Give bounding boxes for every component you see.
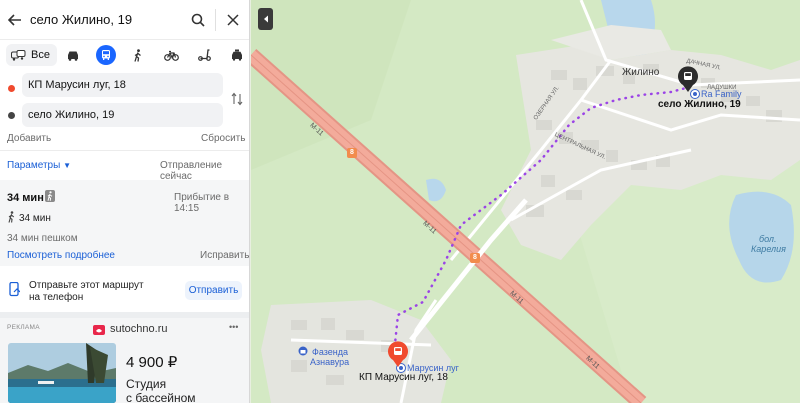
ad-tag: РЕКЛАМА (7, 324, 40, 331)
collapse-panel-button[interactable] (258, 8, 273, 30)
route-to-field[interactable]: село Жилино, 19 (22, 103, 223, 127)
route-option-card[interactable]: 34 мин Прибытие в 14:15 34 мин 34 мин пе… (0, 180, 249, 266)
transport-modes: Все (6, 44, 249, 66)
send-text-line1: Отправьте этот маршрут (29, 280, 144, 291)
search-input[interactable]: село Жилино, 19 (30, 12, 181, 27)
ad-brand: sutochno.ru (110, 323, 168, 335)
transit-mode-button[interactable] (95, 45, 116, 65)
walk-mode-button[interactable] (122, 44, 155, 66)
destination-dot (8, 112, 15, 119)
multimodal-icon (11, 49, 26, 61)
origin-pin-icon[interactable] (387, 341, 409, 368)
add-point-link[interactable]: Добавить (7, 133, 51, 144)
search-icon[interactable] (181, 0, 215, 40)
walk-segment-icon (7, 211, 16, 226)
car-mode-button[interactable] (57, 44, 90, 66)
bike-mode-button[interactable] (155, 44, 188, 66)
road-shield-number: 8 (350, 149, 354, 156)
chevron-left-icon (263, 15, 268, 23)
poi-fazenda-icon[interactable] (298, 346, 308, 356)
ad-price: 4 900 ₽ (126, 354, 178, 371)
scooter-mode-button[interactable] (188, 44, 221, 66)
map-label-ladushki: ЛАДУШКИ (707, 85, 737, 91)
fix-link[interactable]: Исправить (200, 250, 249, 261)
taxi-icon (232, 49, 243, 61)
swap-icon[interactable] (231, 92, 243, 106)
parameters-label: Параметры (7, 160, 61, 171)
reset-link[interactable]: Сбросить (201, 133, 245, 144)
map-label-destination: село Жилино, 19 (658, 99, 741, 110)
ad-more-icon[interactable]: ••• (229, 322, 238, 332)
route-from-field[interactable]: КП Марусин луг, 18 (22, 73, 223, 97)
scooter-icon (198, 49, 211, 61)
route-duration: 34 мин (7, 192, 44, 204)
ad-title-line2: с бассейном (126, 391, 196, 403)
map-label-fazenda-1: Фазенда (312, 347, 349, 357)
parameters-link[interactable]: Параметры ▼ (7, 160, 71, 171)
map-label-origin: КП Марусин луг, 18 (359, 372, 448, 383)
close-icon[interactable] (216, 0, 249, 40)
map-label-fazenda-2: Азнавура (310, 357, 350, 367)
pedestrian-badge-icon (45, 190, 55, 202)
car-icon (68, 51, 79, 61)
arrival-time: Прибытие в 14:15 (174, 192, 230, 214)
bus-icon (101, 50, 110, 60)
bicycle-icon (164, 50, 179, 61)
walk-duration: 34 мин (19, 213, 51, 224)
chevron-down-icon: ▼ (63, 161, 72, 170)
map-label-lake-2: Карелия (751, 244, 786, 254)
back-arrow-icon[interactable] (0, 0, 30, 40)
origin-dot (8, 85, 15, 92)
search-bar: село Жилино, 19 (0, 0, 249, 40)
destination-pin-icon[interactable] (677, 66, 699, 93)
mode-all-label: Все (31, 49, 50, 61)
departure-select[interactable]: Отправление сейчас (160, 160, 249, 182)
walk-summary: 34 мин пешком (7, 233, 78, 244)
map-label-village: Жилино (622, 67, 660, 78)
route-panel: село Жилино, 19 Все КП Марусин луг, 18 с… (0, 0, 250, 403)
send-to-phone-button[interactable]: Отправить (185, 281, 242, 300)
sutochno-logo-icon (93, 324, 105, 335)
mode-all-button[interactable]: Все (6, 44, 57, 66)
map-label-marusin: Марусин луг (407, 363, 459, 373)
details-link[interactable]: Посмотреть подробнее (7, 250, 115, 261)
pedestrian-icon (134, 48, 142, 62)
phone-icon (9, 281, 21, 300)
taxi-mode-button[interactable] (221, 44, 249, 66)
road-shield-number: 8 (473, 254, 477, 261)
ad-title-line1: Студия (126, 377, 167, 391)
ad-photo[interactable] (8, 343, 116, 403)
map-label-lake-1: бол. (759, 234, 777, 244)
send-text-line2: на телефон (29, 292, 84, 303)
map-view[interactable]: Жилино село Жилино, 19 Ra Family КП Мару… (251, 0, 800, 403)
divider (0, 150, 249, 151)
